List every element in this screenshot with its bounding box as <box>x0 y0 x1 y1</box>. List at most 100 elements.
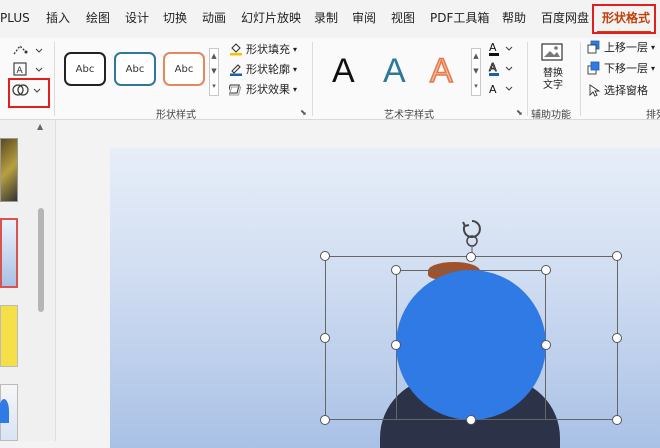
resize-handle[interactable] <box>466 415 476 425</box>
more-styles-icon[interactable]: ▾ <box>210 79 218 94</box>
shape-outline-label: 形状轮廓 <box>246 63 290 76</box>
thumbnail-figure <box>0 399 9 423</box>
shape-fill-label: 形状填充 <box>246 43 290 56</box>
shape-fill-button[interactable]: 形状填充 ▾ <box>229 40 297 58</box>
text-box-icon: A <box>13 62 43 76</box>
shape-style-preset-2[interactable]: Abc <box>114 52 156 86</box>
chevron-down-icon: ▾ <box>651 42 656 52</box>
shape-effects-label: 形状效果 <box>246 83 290 96</box>
accessibility-group-label: 辅助功能 <box>531 110 571 121</box>
resize-handle[interactable] <box>320 333 330 343</box>
alt-text-button[interactable]: 替换 文字 <box>537 42 569 100</box>
svg-text:A: A <box>489 83 497 96</box>
dialog-launcher-icon[interactable]: ⬊ <box>300 108 307 117</box>
alt-text-label: 替换 文字 <box>543 68 563 91</box>
send-backward-label: 下移一层 <box>604 62 648 75</box>
tab-insert[interactable]: 插入 <box>46 9 70 27</box>
highlight-merge-shapes <box>8 78 50 108</box>
slide-thumbnail-panel: ▲ <box>0 120 56 441</box>
chevron-down-icon: ▾ <box>651 63 656 73</box>
separator <box>54 42 55 116</box>
ribbon: A Abc Abc Abc ▲ ▼ ▾ 形状填充 ▾ 形状轮廓 ▾ 形状效果 ▾… <box>0 38 660 121</box>
pen-icon <box>230 64 242 76</box>
wordart-style-blue[interactable]: A <box>383 52 406 91</box>
shape-styles-group-label: 形状样式 <box>156 110 196 121</box>
more-styles-icon[interactable]: ▾ <box>472 79 480 94</box>
selection-pane-label: 选择窗格 <box>604 84 648 97</box>
ribbon-tab-bar: PLUS 插入 绘图 设计 切换 动画 幻灯片放映 录制 审阅 视图 PDF工具… <box>0 0 660 38</box>
scroll-up-icon[interactable]: ▲ <box>472 49 480 64</box>
resize-handle[interactable] <box>391 265 401 275</box>
wordart-style-orange[interactable]: A <box>429 51 453 91</box>
text-effects-button[interactable]: A <box>488 80 514 98</box>
scroll-up-icon[interactable]: ▲ <box>37 122 43 131</box>
resize-handle[interactable] <box>612 251 622 261</box>
edit-shape-icon <box>13 45 43 55</box>
text-box-button[interactable]: A <box>12 61 46 79</box>
scrollbar-thumb[interactable] <box>38 208 44 312</box>
send-backward-button[interactable]: 下移一层 ▾ <box>587 59 655 77</box>
resize-handle[interactable] <box>541 265 551 275</box>
tab-view[interactable]: 视图 <box>391 9 415 27</box>
blue-circle-shape[interactable] <box>396 270 546 420</box>
wordart-style-black[interactable]: A <box>332 52 355 91</box>
svg-text:A: A <box>489 61 497 74</box>
highlight-shape-format-tab <box>592 4 656 34</box>
tab-baidu-netdisk[interactable]: 百度网盘 <box>541 9 589 27</box>
resize-handle[interactable] <box>541 340 551 350</box>
resize-handle[interactable] <box>391 340 401 350</box>
selection-pane-button[interactable]: 选择窗格 <box>587 81 648 99</box>
tab-design[interactable]: 设计 <box>125 9 149 27</box>
separator <box>580 42 581 116</box>
tab-animations[interactable]: 动画 <box>202 9 226 27</box>
text-fill-button[interactable]: A <box>488 40 514 58</box>
wordart-group-label: 艺术字样式 <box>384 110 434 121</box>
tab-help[interactable]: 帮助 <box>502 9 526 27</box>
paint-bucket-icon <box>230 43 242 56</box>
shape-effects-icon <box>229 84 242 96</box>
arrange-group-label: 排列 <box>646 110 660 121</box>
shape-effects-button[interactable]: 形状效果 ▾ <box>229 80 297 98</box>
chevron-down-icon: ▾ <box>293 44 298 54</box>
slide-thumbnail-selected[interactable] <box>0 218 18 288</box>
resize-handle[interactable] <box>612 415 622 425</box>
edit-shape-button[interactable] <box>12 42 46 60</box>
bring-forward-label: 上移一层 <box>604 41 648 54</box>
tab-draw[interactable]: 绘图 <box>86 9 110 27</box>
tab-transitions[interactable]: 切换 <box>163 9 187 27</box>
scroll-down-icon[interactable]: ▼ <box>210 64 218 79</box>
shape-style-preset-1[interactable]: Abc <box>64 52 106 86</box>
separator <box>312 42 313 116</box>
tab-plus[interactable]: PLUS <box>0 9 30 27</box>
text-outline-icon: A <box>489 61 513 76</box>
resize-handle[interactable] <box>466 252 476 262</box>
text-fill-icon: A <box>489 41 513 56</box>
tab-review[interactable]: 审阅 <box>352 9 376 27</box>
resize-handle[interactable] <box>612 333 622 343</box>
resize-handle[interactable] <box>320 251 330 261</box>
tab-slideshow[interactable]: 幻灯片放映 <box>241 9 301 27</box>
send-backward-icon <box>587 61 600 75</box>
shape-styles-scroll[interactable]: ▲ ▼ ▾ <box>209 48 219 96</box>
shape-outline-button[interactable]: 形状轮廓 ▾ <box>229 60 297 78</box>
slide-thumbnail[interactable] <box>0 138 18 202</box>
scroll-down-icon[interactable]: ▼ <box>472 64 480 79</box>
dialog-launcher-icon[interactable]: ⬊ <box>516 108 523 117</box>
shape-style-preset-3[interactable]: Abc <box>163 52 205 86</box>
slide-thumbnail[interactable] <box>0 305 18 367</box>
resize-handle[interactable] <box>320 415 330 425</box>
bring-forward-icon <box>587 40 600 54</box>
tab-pdf-toolbox[interactable]: PDF工具箱 <box>430 9 489 27</box>
text-effects-icon: A <box>489 83 513 96</box>
tab-record[interactable]: 录制 <box>314 9 338 27</box>
scroll-up-icon[interactable]: ▲ <box>210 49 218 64</box>
wordart-styles-scroll[interactable]: ▲ ▼ ▾ <box>471 48 481 96</box>
text-outline-button[interactable]: A <box>488 60 514 78</box>
svg-text:A: A <box>17 66 24 76</box>
bring-forward-button[interactable]: 上移一层 ▾ <box>587 38 655 56</box>
chevron-down-icon: ▾ <box>293 84 298 94</box>
alt-text-icon <box>541 43 563 61</box>
rotation-handle-icon[interactable] <box>459 217 485 257</box>
separator <box>527 42 528 116</box>
slide-thumbnail[interactable] <box>0 384 18 441</box>
